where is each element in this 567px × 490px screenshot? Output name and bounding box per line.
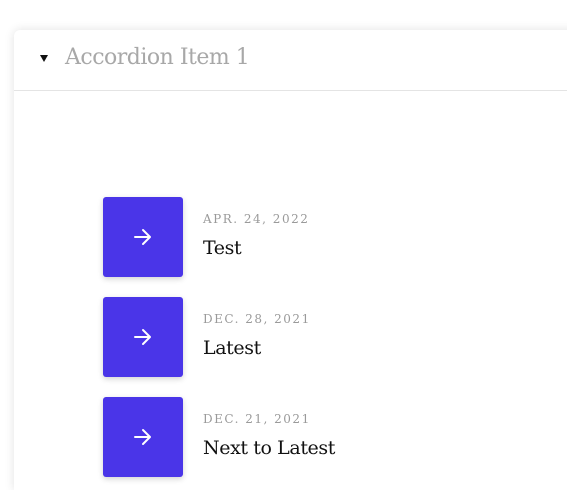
post-date: DEC. 28, 2021 <box>203 312 311 326</box>
post-date: APR. 24, 2022 <box>203 212 310 226</box>
post-title[interactable]: Next to Latest <box>203 437 335 459</box>
post-link-button[interactable] <box>103 397 183 477</box>
accordion: Accordion Item 1 APR. 24, 2022 Test DEC.… <box>14 30 567 490</box>
post-link-button[interactable] <box>103 197 183 277</box>
arrow-right-icon <box>134 229 151 245</box>
arrow-right-icon <box>134 429 151 445</box>
arrow-right-icon <box>134 329 151 345</box>
accordion-title[interactable]: Accordion Item 1 <box>65 45 250 70</box>
post-date: DEC. 21, 2021 <box>203 412 311 426</box>
caret-down-icon[interactable] <box>40 55 48 62</box>
post-link-button[interactable] <box>103 297 183 377</box>
post-title[interactable]: Test <box>203 237 242 259</box>
accordion-header[interactable]: Accordion Item 1 <box>14 30 567 91</box>
post-title[interactable]: Latest <box>203 337 261 359</box>
